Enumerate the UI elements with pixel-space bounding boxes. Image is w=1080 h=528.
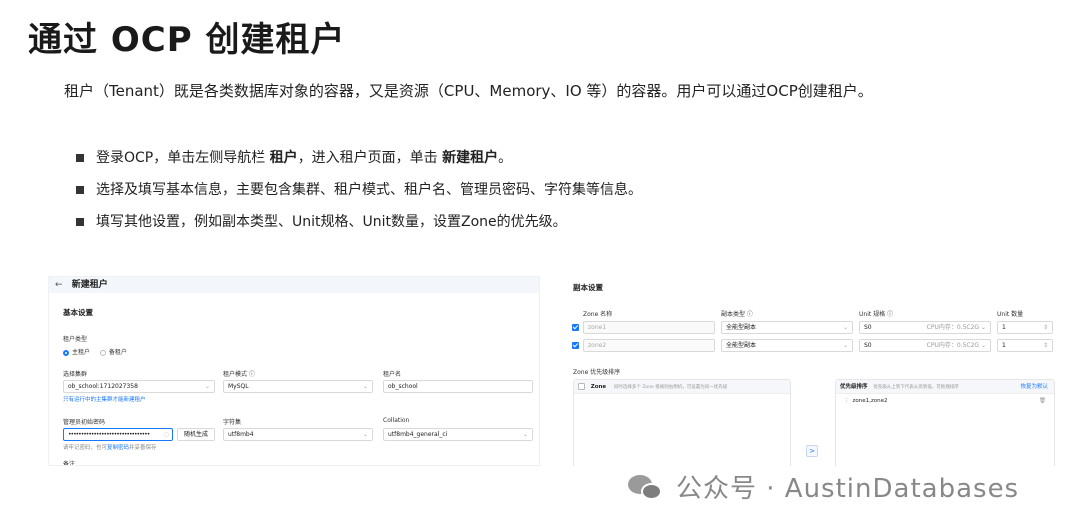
back-arrow-icon[interactable]: ← <box>55 280 63 290</box>
tenant-mode-label: 租户模式 ⓘ <box>223 371 255 378</box>
zone2-unit-spec-select[interactable]: S0 CPU内存：0.5C2G ⌄ <box>859 339 991 352</box>
zone1-checkbox-icon[interactable] <box>572 324 579 331</box>
bullet-item: 登录OCP，单击左侧导航栏 租户，进入租户页面，单击 新建租户。 <box>76 148 642 180</box>
priority-list-item[interactable]: ⋮ zone1,zone2 🗑 <box>836 394 1054 408</box>
col-unit-spec: Unit 规格 ⓘ <box>859 311 894 318</box>
radio-standby-icon[interactable] <box>99 349 106 356</box>
tenant-name-input[interactable]: ob_school <box>383 380 533 393</box>
col-unit-count: Unit 数量 <box>997 311 1024 318</box>
chevron-down-icon: ⌄ <box>842 324 848 331</box>
collation-select[interactable]: utf8mb4_general_ci ⌄ <box>383 428 533 441</box>
zone-priority-header: 优先级排序 优先级从上到下代表从高到低，可拖拽排序 恢复为默认 <box>836 380 1054 394</box>
create-tenant-form: ← 新建租户 基本设置 租户类型 主租户 备租户 选择集群 ob_school:… <box>48 276 540 466</box>
zone-source-box: Zone 同时选择多个 Zone 接被则右侧机，可设置为同一优先级 <box>573 379 791 466</box>
remark-label: 备注 <box>63 461 76 466</box>
chevron-down-icon: ⌄ <box>362 383 368 390</box>
replica-settings-form: 副本设置 Zone 名称 副本类型 ⓘ Unit 规格 ⓘ Unit 数量 zo… <box>565 276 1060 466</box>
tenant-type-radio-group: 主租户 备租户 <box>63 347 127 356</box>
zone1-replica-select[interactable]: 全能型副本 ⌄ <box>721 321 853 334</box>
delete-icon[interactable]: 🗑 <box>1039 394 1046 408</box>
password-input[interactable]: •••••••••••••••••••••••••••••••• ◌ <box>63 428 173 441</box>
bullet-square-icon <box>76 154 84 162</box>
zone2-unit-count-input[interactable]: 1 ⇕ <box>997 339 1053 352</box>
slide-title: 通过 OCP 创建租户 <box>28 20 346 60</box>
bullet-list: 登录OCP，单击左侧导航栏 租户，进入租户页面，单击 新建租户。 选择及填写基本… <box>76 148 642 244</box>
cluster-label: 选择集群 <box>63 371 88 378</box>
tenant-mode-select[interactable]: MySQL ⌄ <box>223 380 373 393</box>
chevron-down-icon: ⌄ <box>362 431 368 438</box>
drag-handle-icon[interactable]: ⋮ <box>844 398 850 404</box>
collation-label: Collation <box>383 417 410 424</box>
zone-priority-box: 优先级排序 优先级从上到下代表从高到低，可拖拽排序 恢复为默认 ⋮ zone1,z… <box>835 379 1055 466</box>
basic-settings-heading: 基本设置 <box>63 308 93 317</box>
wechat-icon <box>628 471 668 501</box>
charset-select[interactable]: utf8mb4 ⌄ <box>223 428 373 441</box>
bullet-square-icon <box>76 186 84 194</box>
tenant-name-label: 租户名 <box>383 371 402 378</box>
zone-source-header: Zone 同时选择多个 Zone 接被则右侧机，可设置为同一优先级 <box>574 380 790 394</box>
zone1-name-field: zone1 <box>583 321 715 334</box>
select-all-checkbox-icon[interactable] <box>578 383 585 390</box>
intro-text: 租户（Tenant）既是各类数据库对象的容器，又是资源（CPU、Memory、I… <box>64 82 873 100</box>
col-replica-type: 副本类型 ⓘ <box>721 311 753 318</box>
form-header: ← 新建租户 <box>49 277 539 293</box>
zone1-unit-count-input[interactable]: 1 ⇕ <box>997 321 1053 334</box>
watermark: 公众号 · AustinDatabases <box>628 466 1019 506</box>
transfer-right-button[interactable]: > <box>806 445 818 457</box>
radio-primary-icon[interactable] <box>63 349 69 356</box>
zone-priority-title: Zone 优先级排序 <box>573 369 621 376</box>
chevron-down-icon: ⌄ <box>204 383 210 390</box>
radio-standby-label[interactable]: 备租户 <box>109 349 127 356</box>
replica-settings-heading: 副本设置 <box>573 283 603 292</box>
col-zone-name: Zone 名称 <box>583 311 613 318</box>
cluster-select[interactable]: ob_school:1712027358 ⌄ <box>63 380 215 393</box>
bullet-item: 填写其他设置，例如副本类型、Unit规格、Unit数量，设置Zone的优先级。 <box>76 212 642 244</box>
reset-default-link[interactable]: 恢复为默认 <box>1020 380 1048 394</box>
radio-primary-label[interactable]: 主租户 <box>72 349 90 356</box>
zone2-replica-select[interactable]: 全能型副本 ⌄ <box>721 339 853 352</box>
chevron-down-icon: ⌄ <box>522 431 528 438</box>
chevron-down-icon: ⌄ <box>842 342 848 349</box>
charset-label: 字符集 <box>223 419 242 426</box>
password-label: 管理员初始密码 <box>63 419 106 426</box>
tenant-type-label: 租户类型 <box>63 336 88 343</box>
eye-off-icon[interactable]: ◌ <box>163 429 169 440</box>
stepper-icon[interactable]: ⇕ <box>1043 340 1048 351</box>
zone1-unit-spec-select[interactable]: S0 CPU内存：0.5C2G ⌄ <box>859 321 991 334</box>
form-title: 新建租户 <box>71 280 108 290</box>
zone2-name-field: zone2 <box>583 339 715 352</box>
bullet-item: 选择及填写基本信息，主要包含集群、租户模式、租户名、管理员密码、字符集等信息。 <box>76 180 642 212</box>
zone2-checkbox-icon[interactable] <box>572 342 579 349</box>
bullet-square-icon <box>76 218 84 226</box>
random-generate-button[interactable]: 随机生成 <box>177 428 215 441</box>
cluster-hint[interactable]: 只有运行中的主集群才能新建租户 <box>63 395 146 403</box>
password-hint: 请牢记密码，也可复制密码并妥善保存 <box>63 445 157 451</box>
stepper-icon[interactable]: ⇕ <box>1043 322 1048 333</box>
copy-password-link[interactable]: 复制密码 <box>107 445 129 451</box>
